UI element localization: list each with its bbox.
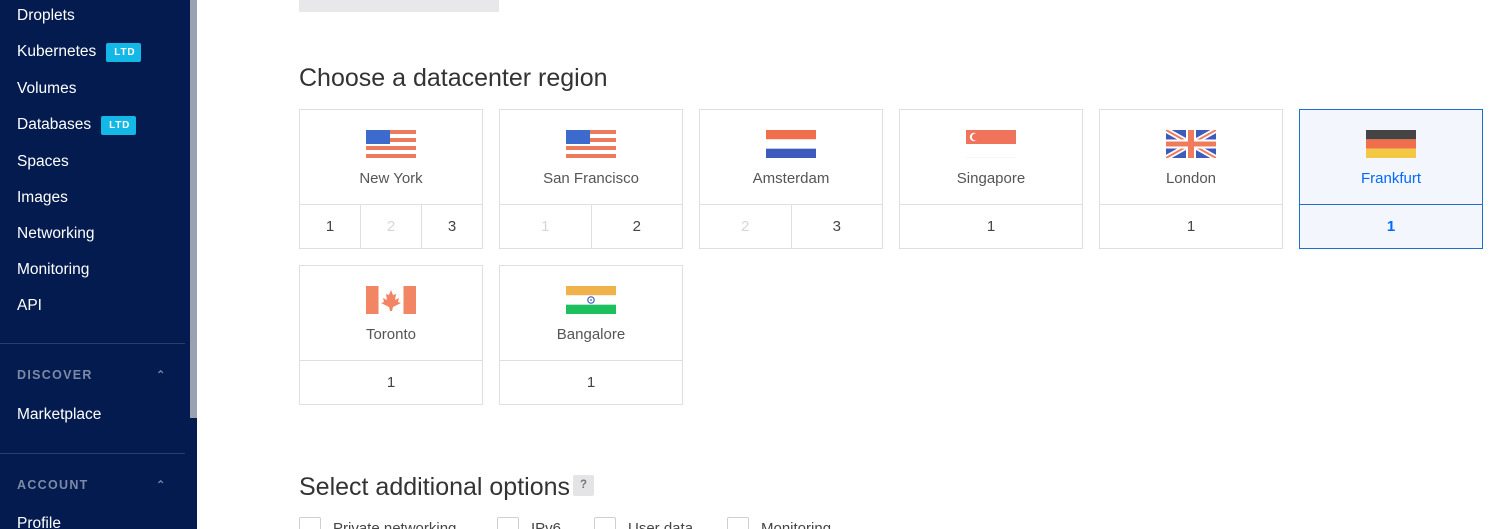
sidebar-item-networking[interactable]: Networking bbox=[17, 224, 95, 244]
datacenter-option[interactable]: 1 bbox=[300, 361, 482, 404]
datacenter-numbers: 1 bbox=[300, 360, 482, 404]
sidebar-item-label: Networking bbox=[17, 225, 95, 242]
sidebar-divider bbox=[0, 343, 185, 344]
checkbox[interactable] bbox=[497, 517, 519, 529]
india-flag-icon bbox=[566, 286, 616, 314]
datacenter-option[interactable]: 2 bbox=[590, 205, 683, 248]
datacenter-numbers: 1 2 bbox=[500, 204, 682, 248]
region-card-bangalore[interactable]: Bangalore 1 bbox=[499, 265, 683, 405]
sidebar-item-label: Images bbox=[17, 189, 68, 206]
netherlands-flag-icon bbox=[766, 130, 816, 158]
ltd-badge: LTD bbox=[101, 115, 137, 135]
sidebar-divider bbox=[0, 453, 185, 454]
us-flag-icon bbox=[566, 130, 616, 158]
datacenter-option: 2 bbox=[741, 218, 750, 235]
options-section-title: Select additional options? bbox=[299, 473, 595, 502]
checkbox[interactable] bbox=[299, 517, 321, 529]
region-section-title: Choose a datacenter region bbox=[299, 64, 608, 92]
sidebar-item-monitoring[interactable]: Monitoring bbox=[17, 260, 89, 280]
sidebar-item-kubernetes[interactable]: Kubernetes LTD bbox=[17, 42, 142, 62]
option-label: Monitoring bbox=[761, 519, 832, 529]
option-monitoring[interactable]: Monitoring bbox=[727, 517, 831, 529]
region-card-frankfurt[interactable]: Frankfurt 1 bbox=[1299, 109, 1483, 249]
uk-flag-icon bbox=[1166, 130, 1216, 158]
region-card-new-york[interactable]: New York 1 2 3 bbox=[299, 109, 483, 249]
checkbox[interactable] bbox=[594, 517, 616, 529]
datacenter-option[interactable]: 1 bbox=[1100, 205, 1282, 248]
chevron-up-icon: ⌃ bbox=[155, 478, 167, 492]
sidebar-item-label: Databases bbox=[17, 116, 92, 133]
region-card-singapore[interactable]: Singapore 1 bbox=[899, 109, 1083, 249]
sidebar-item-spaces[interactable]: Spaces bbox=[17, 152, 69, 172]
app-root: Droplets Kubernetes LTD Volumes Databases… bbox=[0, 0, 1505, 529]
section-heading: DISCOVER bbox=[17, 368, 93, 382]
region-card-london[interactable]: London 1 bbox=[1099, 109, 1283, 249]
checkbox[interactable] bbox=[727, 517, 749, 529]
datacenter-option[interactable]: 1 bbox=[900, 205, 1082, 248]
datacenter-option[interactable]: 1 bbox=[500, 361, 682, 404]
sidebar-item-marketplace[interactable]: Marketplace bbox=[17, 405, 101, 425]
datacenter-numbers: 1 bbox=[500, 360, 682, 404]
datacenter-option[interactable]: 3 bbox=[790, 205, 883, 248]
sidebar-item-droplets[interactable]: Droplets bbox=[17, 6, 75, 26]
sidebar-item-label: API bbox=[17, 297, 42, 314]
sidebar-item-label: Monitoring bbox=[17, 261, 90, 278]
sidebar-item-api[interactable]: API bbox=[17, 296, 42, 316]
region-name: Amsterdam bbox=[752, 170, 830, 187]
option-label: IPv6 bbox=[531, 519, 562, 529]
sidebar-item-images[interactable]: Images bbox=[17, 188, 68, 208]
region-name: New York bbox=[359, 170, 423, 187]
us-flag-icon bbox=[366, 130, 416, 158]
datacenter-option[interactable]: 1 bbox=[1300, 205, 1482, 248]
region-card-amsterdam[interactable]: Amsterdam 2 3 bbox=[699, 109, 883, 249]
option-ipv6[interactable]: IPv6 bbox=[497, 517, 561, 529]
sidebar: Droplets Kubernetes LTD Volumes Databases… bbox=[0, 0, 197, 529]
canada-flag-icon bbox=[366, 286, 416, 314]
datacenter-numbers: 2 3 bbox=[700, 204, 882, 248]
option-user-data[interactable]: User data bbox=[594, 517, 693, 529]
datacenter-numbers: 1 bbox=[1100, 204, 1282, 248]
option-label: Private networking bbox=[333, 519, 457, 529]
help-icon[interactable]: ? bbox=[573, 474, 595, 496]
sidebar-scrollbar[interactable] bbox=[190, 0, 197, 418]
section-heading: ACCOUNT bbox=[17, 478, 89, 492]
region-name: Singapore bbox=[956, 170, 1026, 187]
region-card-toronto[interactable]: Toronto 1 bbox=[299, 265, 483, 405]
options-title-text: Select additional options bbox=[299, 473, 571, 501]
datacenter-option[interactable]: 3 bbox=[421, 205, 482, 248]
sidebar-item-label: Volumes bbox=[17, 80, 77, 97]
region-card-san-francisco[interactable]: San Francisco 1 2 bbox=[499, 109, 683, 249]
option-private-networking[interactable]: Private networking bbox=[299, 517, 456, 529]
discover-section-toggle[interactable]: DISCOVER ⌃ bbox=[17, 368, 167, 382]
previous-section-card bbox=[299, 0, 499, 12]
ltd-badge: LTD bbox=[106, 42, 142, 62]
sidebar-item-label: Profile bbox=[17, 515, 61, 529]
datacenter-option[interactable]: 1 bbox=[300, 205, 360, 248]
chevron-up-icon: ⌃ bbox=[155, 368, 167, 382]
sidebar-item-databases[interactable]: Databases LTD bbox=[17, 115, 137, 135]
germany-flag-icon bbox=[1366, 130, 1416, 158]
region-name: San Francisco bbox=[543, 170, 639, 187]
sidebar-item-profile[interactable]: Profile bbox=[17, 514, 61, 529]
region-name: Toronto bbox=[365, 326, 417, 343]
option-label: User data bbox=[628, 519, 694, 529]
datacenter-numbers: 1 2 3 bbox=[300, 204, 482, 248]
region-name: Bangalore bbox=[556, 326, 626, 343]
datacenter-option: 2 bbox=[360, 205, 421, 248]
datacenter-option: 1 bbox=[541, 218, 550, 235]
datacenter-numbers: 1 bbox=[1300, 204, 1482, 248]
datacenter-numbers: 1 bbox=[900, 204, 1082, 248]
sidebar-item-volumes[interactable]: Volumes bbox=[17, 79, 76, 99]
region-name: Frankfurt bbox=[1360, 170, 1421, 187]
sidebar-item-label: Kubernetes bbox=[17, 43, 97, 60]
sidebar-item-label: Spaces bbox=[17, 153, 69, 170]
sidebar-item-label: Marketplace bbox=[17, 406, 102, 423]
region-name: London bbox=[1165, 170, 1217, 187]
sidebar-item-label: Droplets bbox=[17, 7, 75, 24]
singapore-flag-icon bbox=[966, 130, 1016, 158]
account-section-toggle[interactable]: ACCOUNT ⌃ bbox=[17, 478, 167, 492]
